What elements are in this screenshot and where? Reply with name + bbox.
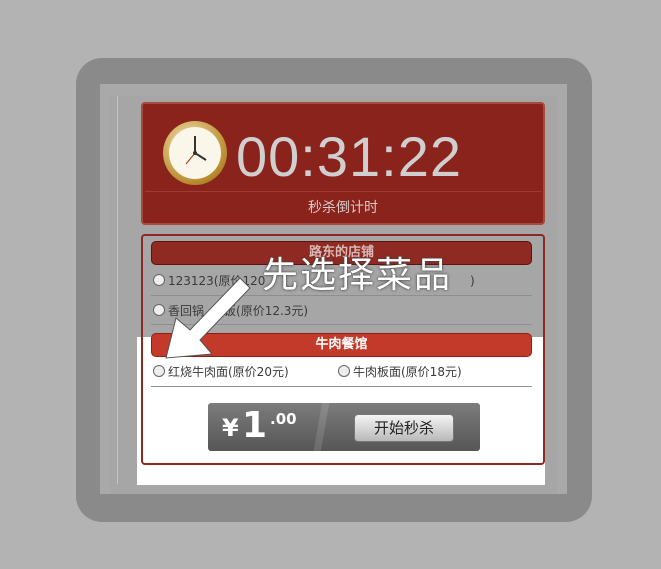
- radio-icon[interactable]: [153, 365, 165, 377]
- menu-item-label: 牛肉板面(原价18元): [353, 365, 462, 379]
- countdown-time: 00:31:22: [236, 125, 462, 188]
- instruction-overlay: 先选择菜品: [262, 255, 453, 296]
- price-decimal: .00: [270, 410, 297, 428]
- arrow-shape: [165, 277, 251, 359]
- clock-center: [193, 151, 197, 155]
- start-flash-sale-button[interactable]: 开始秒杀: [354, 414, 454, 442]
- arrow-pointer-icon: [165, 277, 251, 359]
- countdown-label: 秒杀倒计时: [308, 200, 378, 216]
- price-integer: 1: [242, 405, 268, 446]
- menu-item-label: 红烧牛肉面(原价20元): [168, 365, 289, 379]
- clock-hands: [185, 136, 207, 165]
- menu-item-option[interactable]: 牛肉板面(原价18元): [338, 363, 462, 381]
- second-hand: [185, 152, 196, 165]
- price-currency: ¥: [222, 414, 239, 442]
- radio-icon[interactable]: [338, 365, 350, 377]
- item-divider: [151, 386, 532, 387]
- clock-face: [169, 127, 221, 179]
- menu-item-label-suffix: ): [470, 274, 475, 288]
- chevron-decoration: [300, 403, 340, 451]
- panel-divider: [117, 96, 118, 484]
